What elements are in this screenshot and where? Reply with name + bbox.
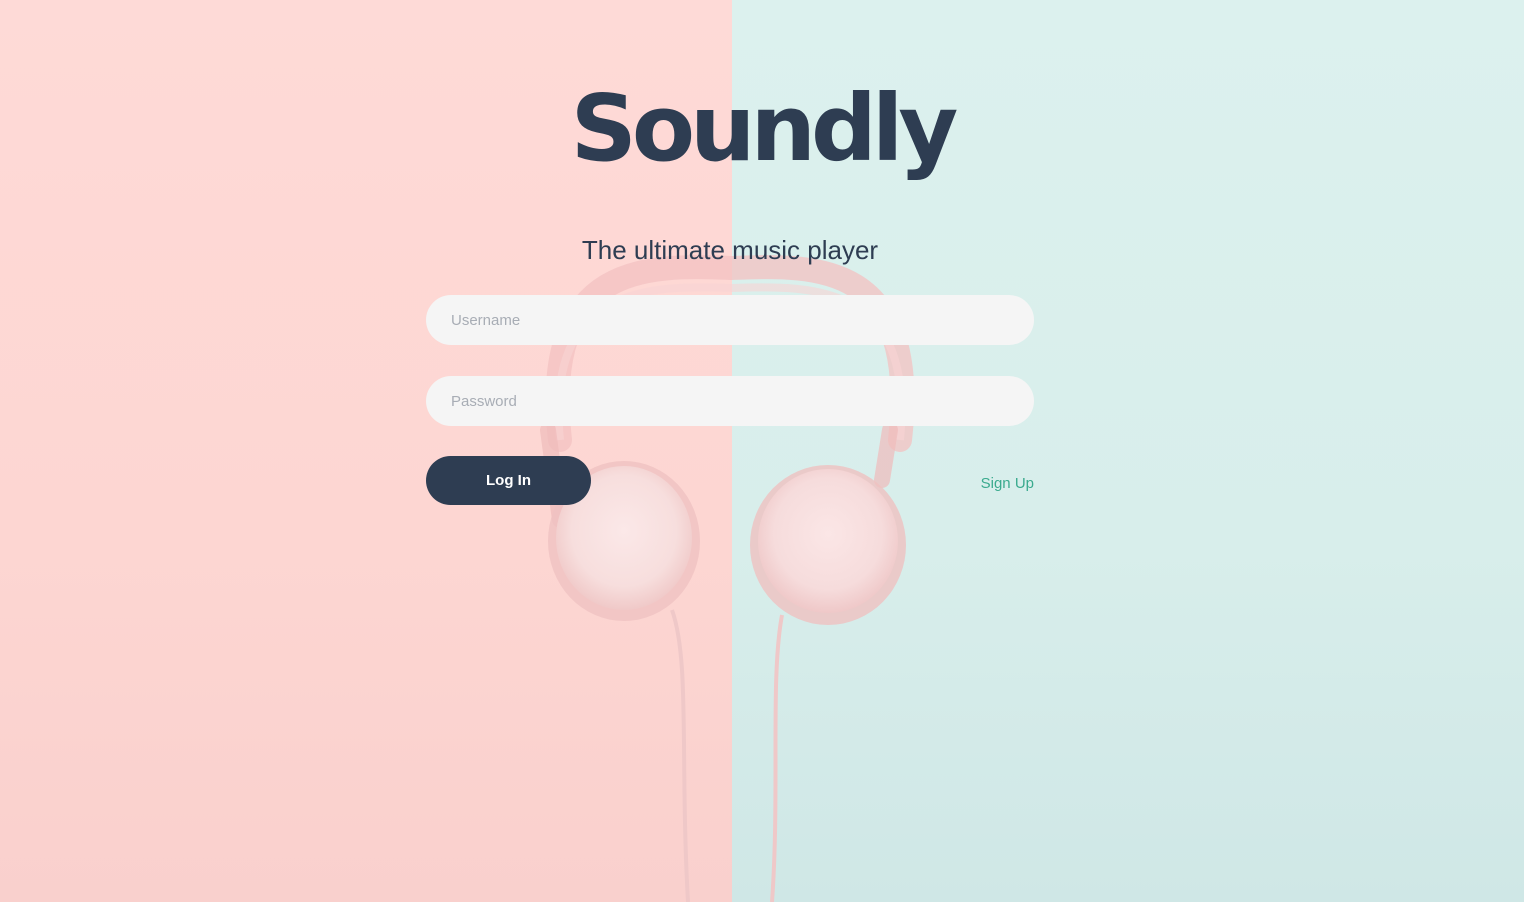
login-page: Soundly The ultimate music player Log In…	[0, 0, 1524, 902]
brand-logo: Soundly	[570, 75, 959, 182]
login-button[interactable]: Log In	[426, 456, 591, 505]
username-input[interactable]	[426, 295, 1034, 345]
signup-link[interactable]: Sign Up	[934, 475, 1034, 492]
tagline: The ultimate music player	[581, 235, 879, 265]
password-input[interactable]	[426, 376, 1034, 426]
